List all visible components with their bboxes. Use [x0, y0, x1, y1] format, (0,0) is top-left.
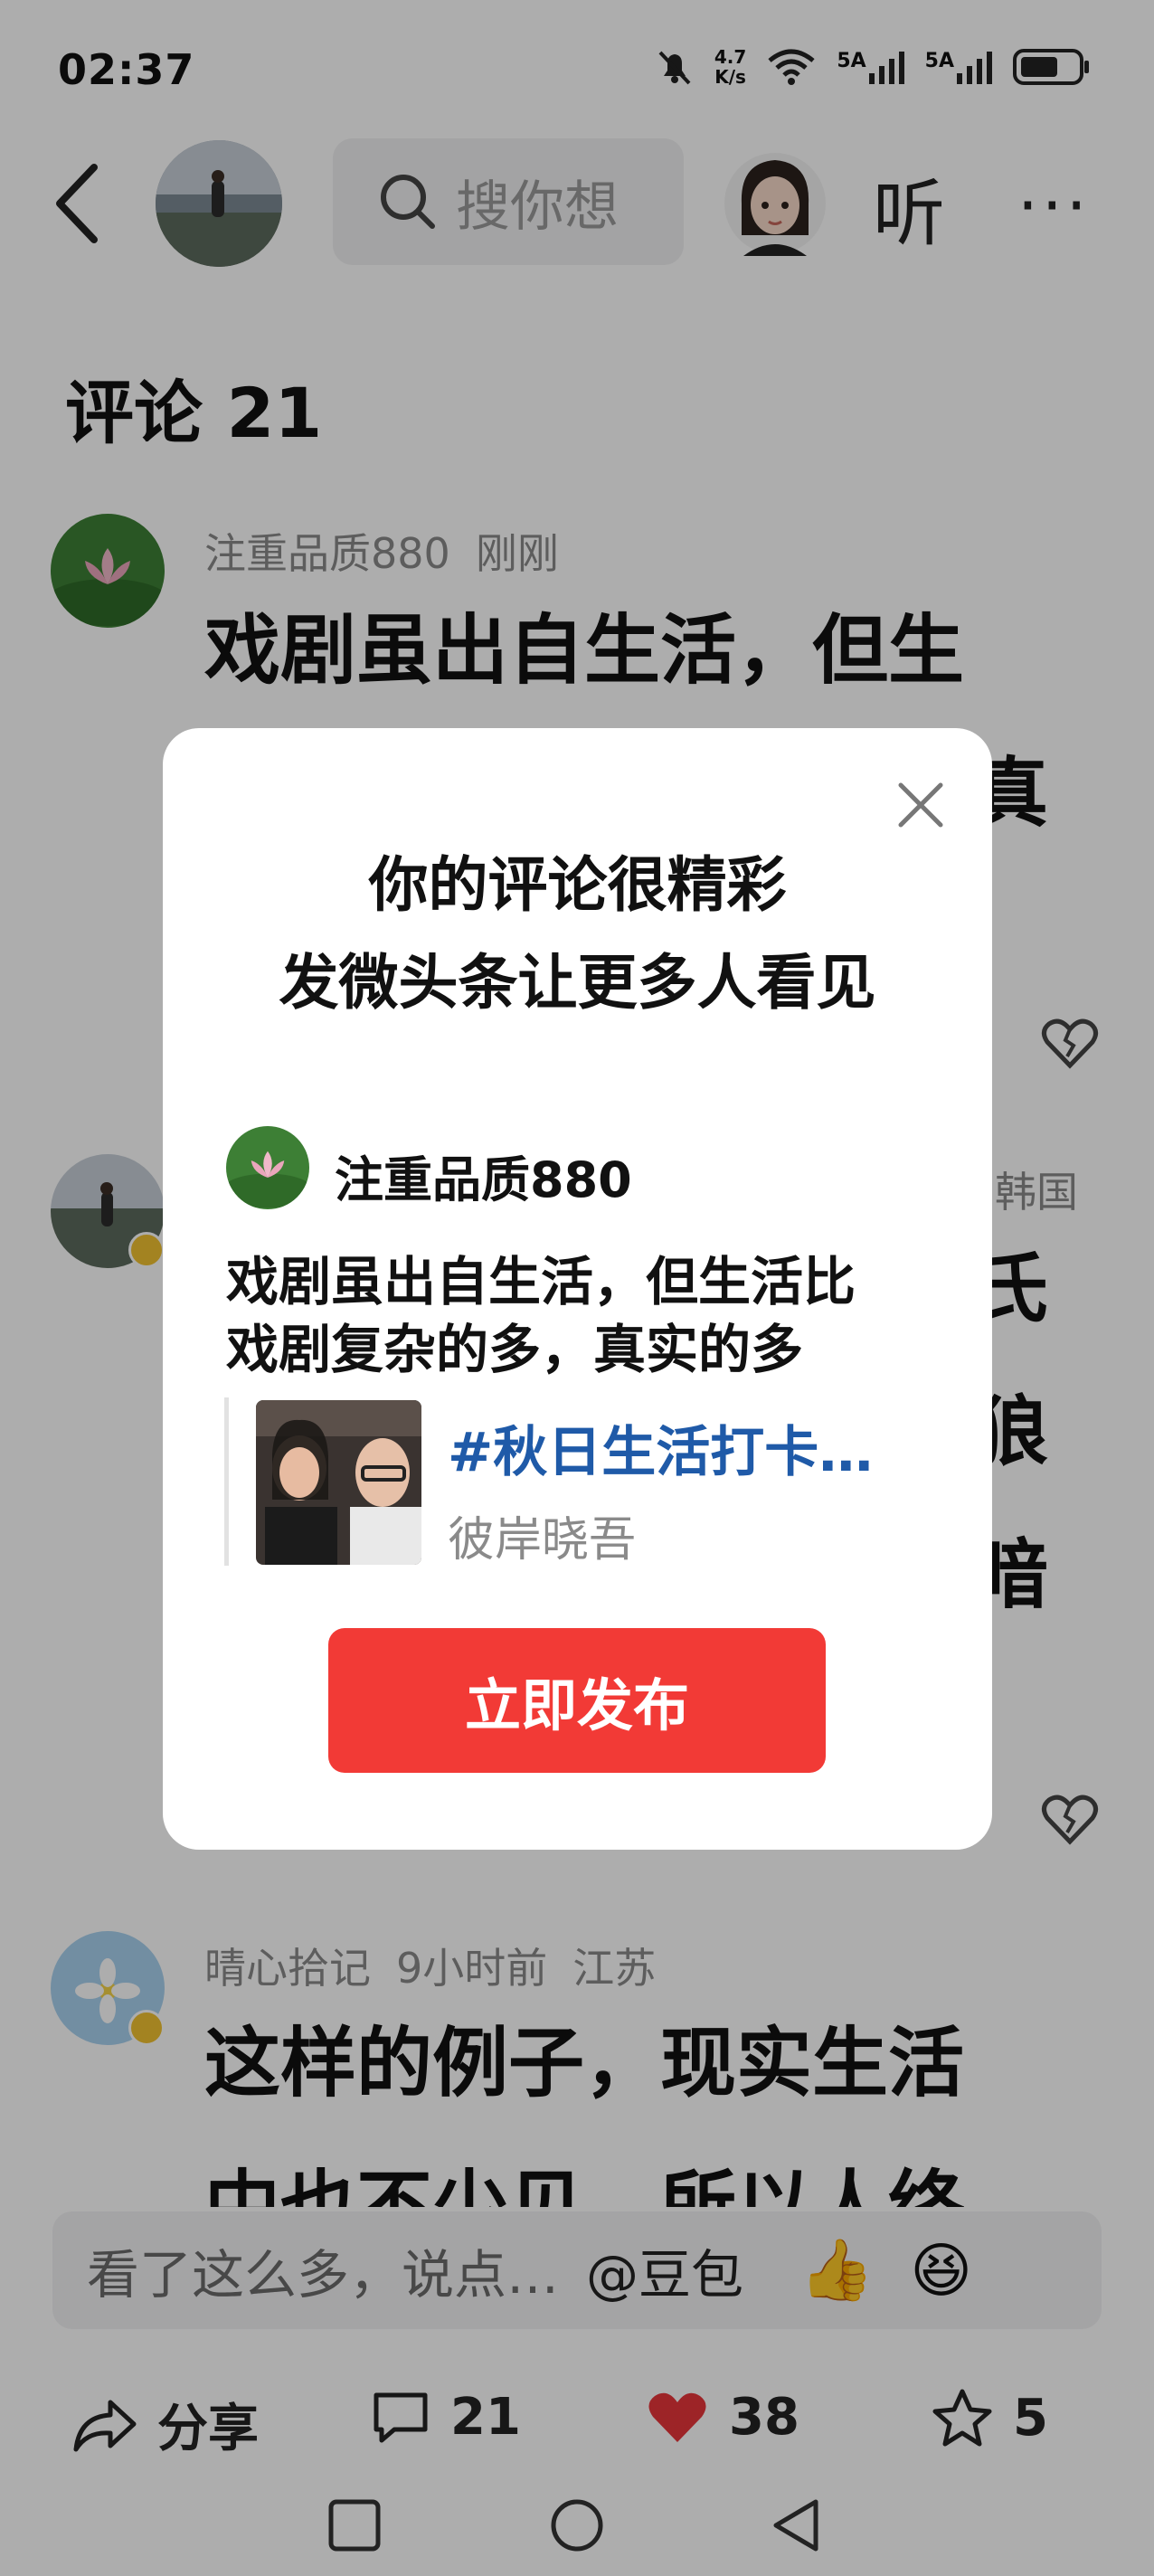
share-prompt-dialog: 你的评论很精彩 发微头条让更多人看见 注重品质880 戏剧虽出自生活，但生活比 … — [163, 728, 992, 1850]
quoted-photo — [256, 1400, 421, 1565]
dialog-title-line1: 你的评论很精彩 — [368, 850, 787, 920]
dialog-comment-line2: 戏剧复杂的多，真实的多 — [226, 1319, 804, 1380]
dialog-username: 注重品质880 — [335, 1151, 632, 1208]
publish-now-button[interactable]: 立即发布 — [328, 1628, 826, 1773]
dialog-user-avatar — [226, 1126, 309, 1209]
dialog-comment-line1: 戏剧虽出自生活，但生活比 — [226, 1251, 856, 1312]
close-icon[interactable] — [894, 778, 948, 832]
quoted-post-hashtag[interactable]: #秋日生活打卡… — [448, 1408, 873, 1487]
quote-divider — [224, 1397, 229, 1566]
quoted-post-thumbnail — [256, 1400, 421, 1565]
quoted-post-author: 彼岸晓吾 — [448, 1513, 637, 1567]
lotus-photo — [226, 1126, 309, 1209]
dialog-title-line2: 发微头条让更多人看见 — [279, 948, 876, 1018]
